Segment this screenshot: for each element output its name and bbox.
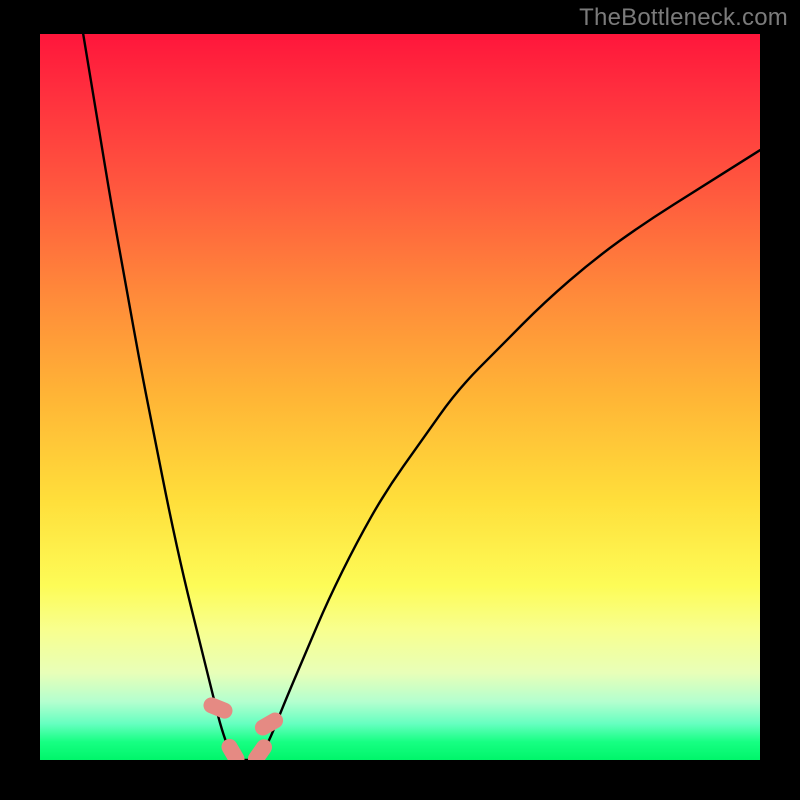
watermark-text: TheBottleneck.com <box>579 4 788 32</box>
chart-frame: TheBottleneck.com <box>0 0 800 800</box>
bottleneck-curve <box>40 34 760 760</box>
curve-path <box>83 34 760 760</box>
plot-area <box>40 34 760 760</box>
